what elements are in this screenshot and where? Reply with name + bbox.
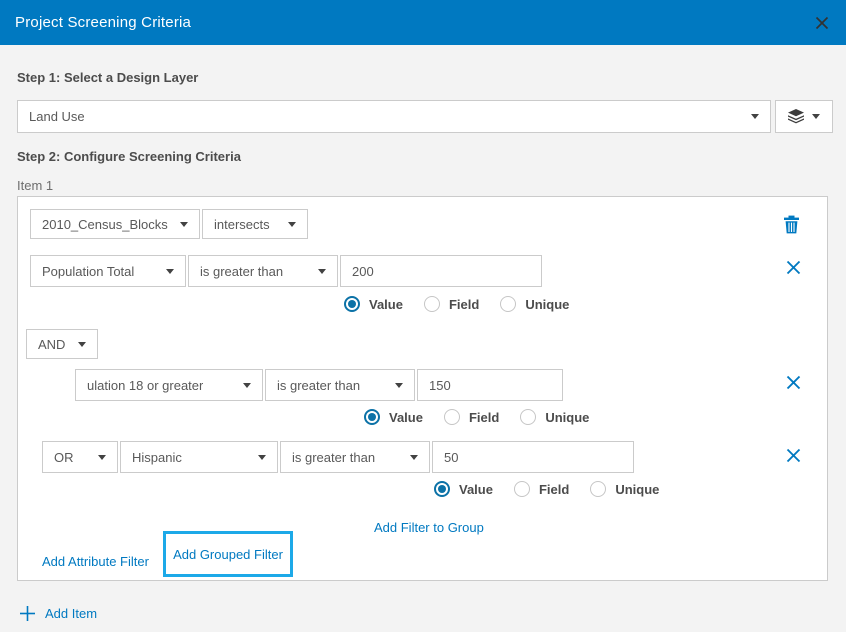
filter2-field-select[interactable]: ulation 18 or greater — [75, 369, 263, 401]
radio-icon[interactable] — [444, 409, 460, 425]
filter2-remove-button[interactable] — [784, 373, 802, 391]
filter3-radio-field[interactable]: Field — [514, 481, 569, 497]
filter3-radio-group: Value Field Unique — [434, 481, 680, 497]
item1-panel: 2010_Census_Blocks intersects Population… — [17, 196, 828, 581]
add-item-button[interactable]: Add Item — [19, 605, 97, 622]
close-icon — [786, 260, 801, 275]
filter3-logic-select[interactable]: OR — [42, 441, 118, 473]
chevron-down-icon — [78, 342, 86, 347]
step2-heading: Step 2: Configure Screening Criteria — [17, 149, 241, 164]
chevron-down-icon — [98, 455, 106, 460]
design-layer-value: Land Use — [29, 109, 85, 124]
filter1-field-select[interactable]: Population Total — [30, 255, 186, 287]
filter1-operator-select[interactable]: is greater than — [188, 255, 338, 287]
filter3-field-select[interactable]: Hispanic — [120, 441, 278, 473]
close-icon — [786, 448, 801, 463]
chevron-down-icon — [395, 383, 403, 388]
project-screening-criteria-dialog: Project Screening Criteria Step 1: Selec… — [0, 0, 846, 632]
filter2-field-value: ulation 18 or greater — [87, 378, 203, 393]
chevron-down-icon — [812, 114, 820, 119]
radio-selected-icon[interactable] — [434, 481, 450, 497]
filter3-operator-value: is greater than — [292, 450, 375, 465]
filter2-operator-select[interactable]: is greater than — [265, 369, 415, 401]
filter1-value-input[interactable] — [341, 256, 541, 286]
filter2-radio-unique[interactable]: Unique — [520, 409, 589, 425]
radio-icon[interactable] — [424, 296, 440, 312]
filter1-radio-group: Value Field Unique — [344, 296, 590, 312]
criteria-layer-value: 2010_Census_Blocks — [42, 217, 168, 232]
filter2-operator-value: is greater than — [277, 378, 360, 393]
dialog-title: Project Screening Criteria — [15, 14, 191, 31]
filter3-value-field-wrap — [432, 441, 634, 473]
filter1-field-value: Population Total — [42, 264, 134, 279]
plus-icon — [19, 605, 36, 622]
chevron-down-icon — [243, 383, 251, 388]
add-item-label: Add Item — [45, 606, 97, 621]
step1-heading: Step 1: Select a Design Layer — [17, 70, 198, 85]
filter1-radio-field[interactable]: Field — [424, 296, 479, 312]
chevron-down-icon — [318, 269, 326, 274]
filter3-value-input[interactable] — [433, 442, 633, 472]
criteria-layer-select[interactable]: 2010_Census_Blocks — [30, 209, 200, 239]
add-grouped-filter-highlight: Add Grouped Filter — [163, 531, 293, 577]
filter1-radio-unique[interactable]: Unique — [500, 296, 569, 312]
layer-options-button[interactable] — [775, 100, 833, 133]
design-layer-select[interactable]: Land Use — [17, 100, 771, 133]
filter3-radio-value[interactable]: Value — [434, 481, 493, 497]
chevron-down-icon — [180, 222, 188, 227]
close-icon — [786, 375, 801, 390]
trash-icon — [783, 215, 800, 234]
filter2-radio-value[interactable]: Value — [364, 409, 423, 425]
spatial-operator-select[interactable]: intersects — [202, 209, 308, 239]
radio-icon[interactable] — [520, 409, 536, 425]
chevron-down-icon — [288, 222, 296, 227]
group-operator-select[interactable]: AND — [26, 329, 98, 359]
radio-selected-icon[interactable] — [344, 296, 360, 312]
add-grouped-filter-link[interactable]: Add Grouped Filter — [173, 547, 283, 562]
filter1-operator-value: is greater than — [200, 264, 283, 279]
filter3-logic-value: OR — [54, 450, 74, 465]
item-label: Item 1 — [17, 178, 53, 193]
radio-icon[interactable] — [590, 481, 606, 497]
filter3-remove-button[interactable] — [784, 446, 802, 464]
chevron-down-icon — [166, 269, 174, 274]
radio-selected-icon[interactable] — [364, 409, 380, 425]
filter2-value-field-wrap — [417, 369, 563, 401]
chevron-down-icon — [258, 455, 266, 460]
close-icon[interactable] — [813, 14, 831, 32]
add-attribute-filter-link[interactable]: Add Attribute Filter — [42, 554, 149, 569]
chevron-down-icon — [751, 114, 759, 119]
filter2-radio-group: Value Field Unique — [364, 409, 610, 425]
radio-icon[interactable] — [500, 296, 516, 312]
delete-item-button[interactable] — [781, 213, 801, 235]
layers-icon — [788, 109, 804, 124]
filter1-radio-value[interactable]: Value — [344, 296, 403, 312]
filter2-value-input[interactable] — [418, 370, 562, 400]
filter1-value-field-wrap — [340, 255, 542, 287]
radio-icon[interactable] — [514, 481, 530, 497]
add-filter-to-group-link[interactable]: Add Filter to Group — [374, 520, 484, 535]
filter3-operator-select[interactable]: is greater than — [280, 441, 430, 473]
filter2-radio-field[interactable]: Field — [444, 409, 499, 425]
dialog-header: Project Screening Criteria — [0, 0, 846, 45]
group-operator-value: AND — [38, 337, 65, 352]
filter3-radio-unique[interactable]: Unique — [590, 481, 659, 497]
chevron-down-icon — [410, 455, 418, 460]
filter3-field-value: Hispanic — [132, 450, 182, 465]
spatial-operator-value: intersects — [214, 217, 270, 232]
filter1-remove-button[interactable] — [784, 258, 802, 276]
